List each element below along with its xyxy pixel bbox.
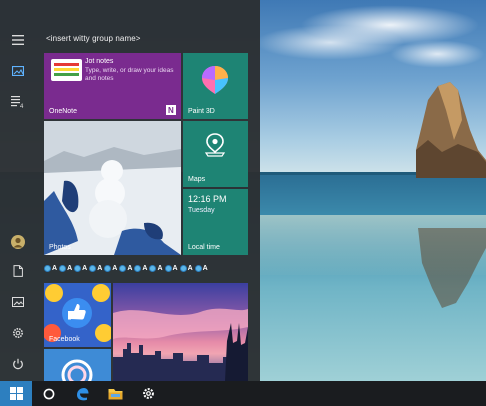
windows-start-icon[interactable] — [0, 381, 32, 406]
facebook-tile[interactable]: Facebook — [44, 283, 111, 347]
emoji-letter: A — [187, 264, 193, 272]
emoji-letter: A — [202, 264, 208, 272]
emoji-letter: A — [127, 264, 133, 272]
emoji-item: A — [179, 262, 193, 274]
document-icon[interactable] — [4, 257, 32, 285]
emoji-letter: A — [67, 264, 73, 272]
clock-tile[interactable]: 12:16 PM Tuesday Local time — [183, 189, 248, 255]
emoji-face-icon — [119, 264, 127, 272]
onenote-logo-icon: N — [166, 105, 176, 115]
wallpaper-rock-reflection — [418, 228, 486, 308]
emoji-face-icon — [149, 264, 157, 272]
onenote-tile[interactable]: Jot notes Type, write, or draw your idea… — [44, 53, 181, 119]
wallpaper-cloud — [255, 25, 405, 60]
emoji-letter: A — [97, 264, 103, 272]
emoji-item: A — [44, 262, 57, 274]
pictures-icon[interactable] — [4, 288, 32, 316]
emoji-item: A — [74, 262, 87, 274]
maps-pin-icon — [204, 133, 226, 157]
photos-label: Photos — [49, 244, 71, 251]
facebook-label: Facebook — [49, 336, 80, 343]
emoji-face-icon — [74, 264, 82, 272]
city-photo-tile[interactable] — [113, 283, 248, 381]
cortana-circle-icon[interactable] — [33, 381, 65, 406]
settings-icon[interactable] — [4, 319, 32, 347]
emoji-face-icon — [134, 264, 142, 272]
maps-label: Maps — [188, 176, 206, 183]
emoji-face-icon — [104, 264, 112, 272]
hamburger-menu-icon[interactable] — [4, 26, 32, 54]
start-left-rail: 4 — [0, 0, 36, 381]
emoji-face-icon — [44, 264, 51, 272]
wallpaper-cloud — [390, 40, 485, 68]
emoji-row: A A A A A A A A A A A — [44, 262, 254, 274]
power-icon[interactable] — [4, 350, 32, 378]
emoji-item: A — [59, 262, 72, 274]
user-avatar[interactable] — [4, 228, 32, 256]
onenote-label: OneNote — [49, 108, 78, 115]
onenote-headline: Jot notes — [85, 58, 114, 65]
onenote-description: Type, write, or draw your ideas and note… — [85, 67, 174, 82]
paint3d-label: Paint 3D — [188, 108, 215, 115]
emoji-item: A — [104, 262, 117, 274]
emoji-item: A — [164, 262, 178, 274]
city-skyline-image — [113, 308, 248, 381]
emoji-face-icon — [194, 264, 202, 272]
emoji-face-icon — [179, 264, 187, 272]
settings-gear-icon[interactable] — [132, 381, 164, 406]
clock-time: 12:16 PM — [188, 194, 227, 204]
emoji-letter: A — [52, 264, 58, 272]
emoji-item: A — [194, 262, 208, 274]
emoji-item: A — [119, 262, 132, 274]
emoji-face-icon — [59, 264, 67, 272]
onenote-notebook-thumbnail — [51, 59, 82, 81]
start-menu: 4 <insert witty group name> Jot notes Ty… — [0, 0, 260, 381]
emoji-letter: A — [112, 264, 118, 272]
photos-snowman-image — [44, 121, 181, 255]
paint3d-tile[interactable]: Paint 3D — [183, 53, 248, 119]
clock-label: Local time — [188, 244, 220, 251]
bottom-partial-tile[interactable] — [44, 349, 111, 381]
photos-tile[interactable]: Photos — [44, 121, 181, 255]
emoji-face-icon — [164, 264, 172, 272]
ring-logo-icon — [61, 359, 93, 381]
tiles-icon[interactable] — [4, 57, 32, 85]
file-explorer-icon[interactable] — [99, 381, 131, 406]
tile-group-title[interactable]: <insert witty group name> — [46, 34, 141, 43]
emoji-face-icon — [89, 264, 97, 272]
emoji-item: A — [89, 262, 102, 274]
emoji-letter: A — [172, 264, 178, 272]
emoji-item: A — [149, 262, 163, 274]
taskbar — [0, 381, 486, 406]
emoji-letter: A — [157, 264, 163, 272]
recent-list-icon[interactable]: 4 — [4, 88, 32, 116]
paint3d-icon — [202, 66, 228, 94]
svg-text:4: 4 — [20, 104, 24, 108]
emoji-letter: A — [82, 264, 88, 272]
wallpaper-rock — [416, 82, 486, 178]
clock-day: Tuesday — [188, 207, 215, 214]
emoji-item: A — [134, 262, 147, 274]
svg-text:N: N — [168, 106, 174, 115]
maps-tile[interactable]: Maps — [183, 121, 248, 187]
edge-browser-icon[interactable] — [66, 381, 98, 406]
emoji-letter: A — [142, 264, 148, 272]
